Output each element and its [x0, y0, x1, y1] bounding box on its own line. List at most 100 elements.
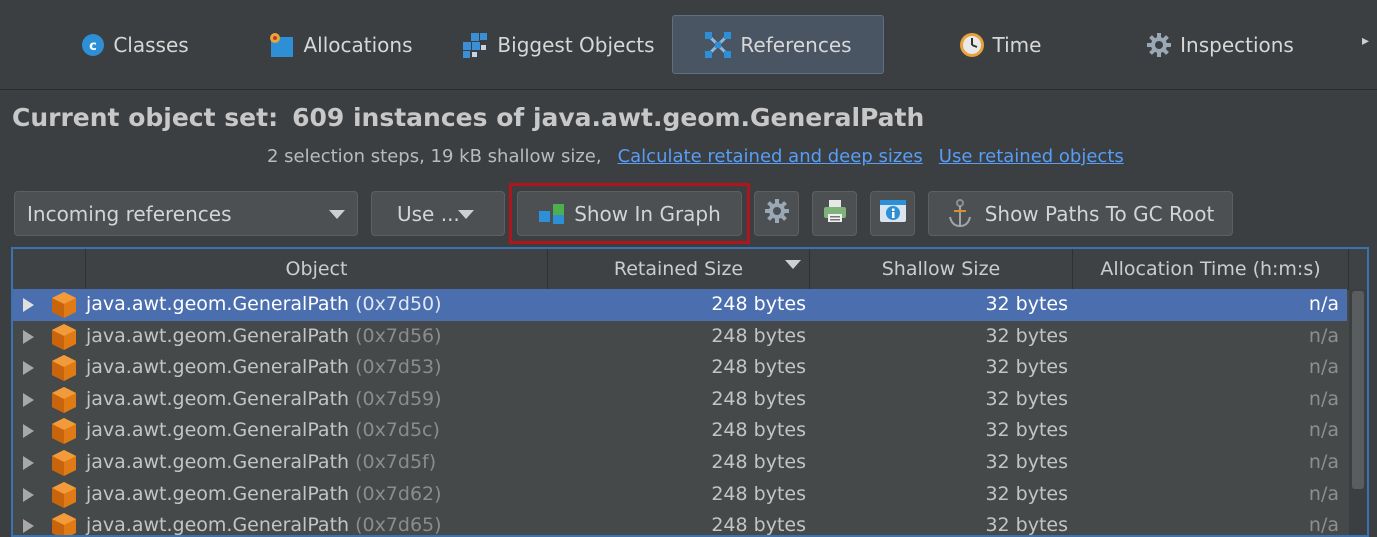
column-header-label: Shallow Size	[881, 258, 1001, 280]
info-button[interactable]	[870, 191, 915, 236]
column-header-allocation-time[interactable]: Allocation Time (h:m:s)	[1073, 249, 1349, 289]
show-in-graph-button[interactable]: Show In Graph	[517, 191, 742, 236]
tab-biggest-objects[interactable]: Biggest Objects	[452, 15, 664, 74]
column-header-retained-size[interactable]: Retained Size	[548, 249, 810, 289]
use-button[interactable]: Use ...	[371, 191, 505, 236]
allocation-time-cell: n/a	[1308, 324, 1339, 347]
info-icon	[879, 199, 907, 228]
page-title: Current object set: 609 instances of java…	[12, 103, 924, 132]
anchor-icon	[947, 198, 973, 229]
allocation-time-cell: n/a	[1308, 482, 1339, 505]
retained-size-cell: 248 bytes	[711, 450, 806, 473]
shallow-size-cell: 32 bytes	[985, 356, 1068, 379]
table-row[interactable]: java.awt.geom.GeneralPath (0x7d53) 248 byt…	[13, 352, 1347, 384]
current-object-set: 609 instances of java.awt.geom.GeneralPa…	[292, 103, 925, 132]
svg-text:c: c	[89, 39, 97, 54]
retained-size-cell: 248 bytes	[711, 324, 806, 347]
retained-size-cell: 248 bytes	[711, 387, 806, 410]
print-button[interactable]	[812, 191, 857, 236]
settings-gear-icon	[764, 198, 790, 229]
column-header-label: Allocation Time (h:m:s)	[1100, 258, 1321, 280]
column-header-shallow-size[interactable]: Shallow Size	[810, 249, 1073, 289]
table-row[interactable]: java.awt.geom.GeneralPath (0x7d62) 248 byt…	[13, 479, 1347, 511]
shallow-size-cell: 32 bytes	[985, 293, 1068, 315]
retained-size-cell: 248 bytes	[711, 356, 806, 379]
object-table: Object Retained Size Shallow Size Alloca…	[11, 247, 1369, 537]
expand-arrow-icon[interactable]	[23, 487, 34, 502]
allocation-time-cell: n/a	[1308, 293, 1339, 315]
allocation-time-cell: n/a	[1308, 419, 1339, 442]
object-instance-icon	[51, 481, 77, 514]
object-address: (0x7d59)	[355, 387, 442, 410]
object-name: java.awt.geom.GeneralPath (0x7d50)	[86, 293, 442, 315]
expand-arrow-icon[interactable]	[23, 455, 34, 470]
chevron-down-icon	[458, 210, 474, 219]
table-body: java.awt.geom.GeneralPath (0x7d50) 248 byt…	[13, 289, 1347, 537]
tab-inspections[interactable]: Inspections	[1120, 15, 1320, 74]
tab-label: Classes	[113, 32, 189, 57]
show-paths-to-gc-root-button[interactable]: Show Paths To GC Root	[928, 191, 1233, 236]
use-retained-objects-link[interactable]: Use retained objects	[939, 146, 1124, 167]
retained-size-cell: 248 bytes	[711, 419, 806, 442]
allocation-time-cell: n/a	[1308, 450, 1339, 473]
shallow-size-cell: 32 bytes	[985, 482, 1068, 505]
gear-icon	[1146, 32, 1172, 58]
view-tab-bar: c Classes Allocations Biggest Objects Re…	[0, 0, 1377, 90]
tab-references[interactable]: References	[672, 15, 884, 74]
summary-text: 2 selection steps, 19 kB shallow size,	[267, 146, 602, 167]
allocation-time-cell: n/a	[1308, 514, 1339, 537]
object-class: java.awt.geom.GeneralPath	[86, 419, 350, 442]
tab-label: Biggest Objects	[497, 32, 655, 57]
tab-time[interactable]: Time	[905, 15, 1095, 74]
reference-mode-dropdown[interactable]: Incoming references	[14, 191, 358, 236]
tab-label: Inspections	[1180, 32, 1294, 57]
table-row[interactable]: java.awt.geom.GeneralPath (0x7d65) 248 byt…	[13, 510, 1347, 537]
printer-icon	[822, 198, 848, 229]
shallow-size-cell: 32 bytes	[985, 514, 1068, 537]
object-class: java.awt.geom.GeneralPath	[86, 387, 350, 410]
allocations-icon	[267, 31, 295, 59]
retained-size-cell: 248 bytes	[711, 514, 806, 537]
expander-column-header	[13, 249, 86, 289]
tab-classes[interactable]: c Classes	[40, 15, 230, 74]
object-class: java.awt.geom.GeneralPath	[86, 450, 350, 473]
calculate-sizes-link[interactable]: Calculate retained and deep sizes	[618, 146, 923, 167]
biggest-objects-icon	[461, 31, 489, 59]
table-row[interactable]: java.awt.geom.GeneralPath (0x7d59) 248 byt…	[13, 384, 1347, 416]
object-address: (0x7d62)	[355, 482, 442, 505]
vertical-scrollbar[interactable]	[1349, 289, 1367, 535]
object-class: java.awt.geom.GeneralPath	[86, 482, 350, 505]
settings-button[interactable]	[754, 191, 799, 236]
expand-arrow-icon[interactable]	[23, 392, 34, 407]
shallow-size-cell: 32 bytes	[985, 419, 1068, 442]
expand-arrow-icon[interactable]	[23, 519, 34, 534]
object-address: (0x7d5f)	[355, 450, 437, 473]
tab-label: Time	[992, 32, 1042, 57]
table-row[interactable]: java.awt.geom.GeneralPath (0x7d56) 248 byt…	[13, 321, 1347, 353]
expand-arrow-icon[interactable]	[23, 424, 34, 439]
object-instance-icon	[51, 291, 77, 324]
retained-size-cell: 248 bytes	[711, 482, 806, 505]
object-instance-icon	[51, 449, 77, 482]
tab-label: References	[740, 32, 852, 57]
table-header: Object Retained Size Shallow Size Alloca…	[13, 249, 1367, 290]
object-class: java.awt.geom.GeneralPath	[86, 293, 350, 315]
object-address: (0x7d5c)	[355, 419, 440, 442]
tab-allocations[interactable]: Allocations	[245, 15, 435, 74]
scrollbar-thumb[interactable]	[1352, 291, 1364, 489]
show-in-graph-label: Show In Graph	[574, 201, 721, 226]
expand-arrow-icon[interactable]	[23, 298, 34, 312]
object-name: java.awt.geom.GeneralPath (0x7d59)	[86, 388, 442, 410]
expand-arrow-icon[interactable]	[23, 361, 34, 376]
more-tabs-arrow-icon[interactable]: ▸	[1362, 33, 1369, 49]
sort-descending-icon	[785, 260, 801, 269]
table-row[interactable]: java.awt.geom.GeneralPath (0x7d5c) 248 byt…	[13, 415, 1347, 447]
table-row[interactable]: java.awt.geom.GeneralPath (0x7d50) 248 byt…	[13, 289, 1347, 321]
column-header-object[interactable]: Object	[86, 249, 548, 289]
retained-size-cell: 248 bytes	[711, 293, 806, 315]
expand-arrow-icon[interactable]	[23, 329, 34, 344]
table-row[interactable]: java.awt.geom.GeneralPath (0x7d5f) 248 byt…	[13, 447, 1347, 479]
show-paths-label: Show Paths To GC Root	[984, 201, 1215, 226]
title-label: Current object set:	[12, 103, 279, 132]
reference-mode-value: Incoming references	[27, 201, 232, 226]
